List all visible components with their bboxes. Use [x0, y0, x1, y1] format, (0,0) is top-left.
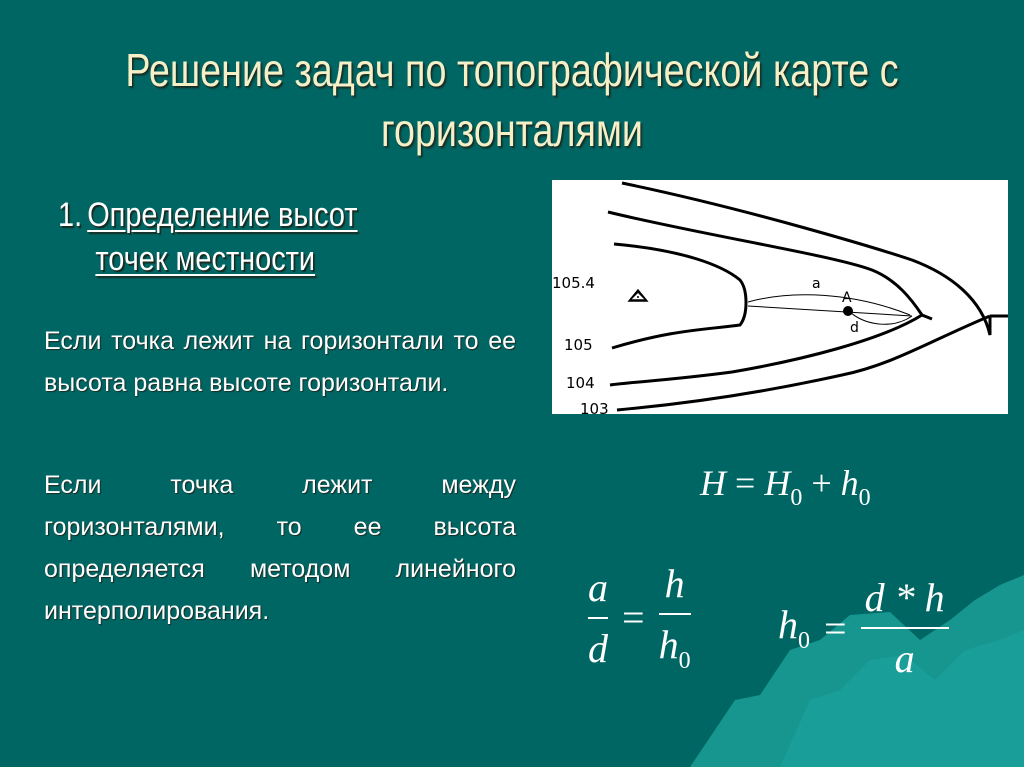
- label-point-a: A: [842, 290, 852, 306]
- contour-map-drawing: 105.4 105 104 103 A a d: [552, 181, 1008, 414]
- section-heading-line-1: Определение высот: [87, 196, 358, 234]
- section-heading-line-2: точек местности: [95, 240, 316, 278]
- fraction-a-over-d: a d: [588, 564, 608, 671]
- title-line-1: Решение задач по топографической карте с: [125, 44, 899, 96]
- paragraph-between-contours: Если точка лежит между горизонталями, то…: [44, 471, 516, 625]
- label-103: 103: [580, 400, 609, 414]
- fraction-h-over-h0: h h0: [658, 561, 691, 674]
- contour-map: 105.4 105 104 103 A a d: [552, 180, 1008, 414]
- contour-line-105: [611, 242, 748, 350]
- interpolation-line-a: [747, 294, 911, 316]
- formula-height-sum: H = H0 + h0: [700, 463, 871, 511]
- formula-h0: h0 = d * h a: [778, 574, 949, 682]
- point-a-marker: [843, 306, 853, 316]
- slide-title: Решение задач по топографической карте с…: [125, 40, 899, 160]
- title-line-2: горизонталями: [381, 104, 643, 156]
- fraction-dh-over-a: d * h a: [860, 574, 949, 682]
- triangle-benchmark-icon: [627, 288, 649, 302]
- contour-line-outer: [616, 181, 1008, 412]
- formula-proportion: a d = h h0: [588, 561, 691, 674]
- label-segment-a: a: [812, 276, 821, 292]
- paragraph-on-contour: Если точка лежит на горизонтали то ее вы…: [44, 327, 516, 397]
- section-heading: 1. Определение высот точек местности: [58, 193, 358, 281]
- contour-line-104: [607, 210, 933, 387]
- label-105: 105: [564, 336, 593, 354]
- section-number: 1.: [58, 196, 83, 234]
- label-segment-d: d: [850, 320, 859, 336]
- label-104: 104: [566, 374, 595, 392]
- label-105-4: 105.4: [552, 274, 595, 292]
